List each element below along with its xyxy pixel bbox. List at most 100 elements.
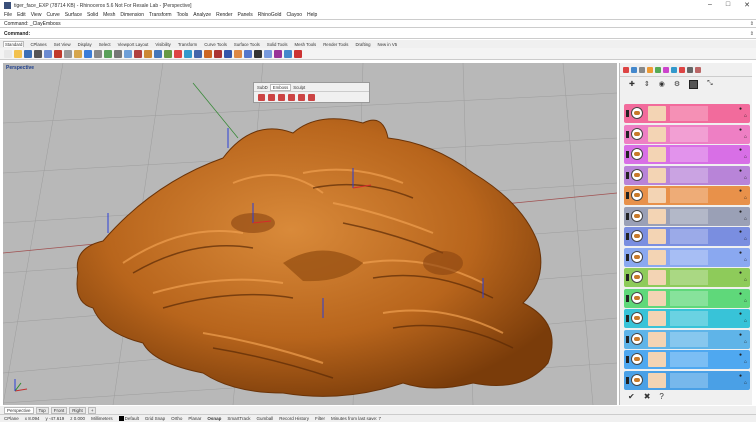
maximize-button[interactable]: □ — [726, 1, 730, 9]
shaded-icon[interactable] — [264, 49, 272, 58]
material-ball-icon[interactable] — [631, 291, 643, 304]
render-icon[interactable] — [234, 49, 242, 58]
emboss-tool-icon[interactable] — [308, 94, 315, 101]
ghosted-icon[interactable] — [274, 49, 282, 58]
point-icon[interactable] — [184, 49, 192, 58]
new-icon[interactable] — [4, 49, 12, 58]
emboss-layer-row[interactable]: ● ⌂ — [624, 165, 750, 185]
layer-texture-swatch[interactable] — [648, 106, 666, 121]
material-ball-icon[interactable] — [631, 373, 643, 386]
eye-icon[interactable]: ● — [739, 332, 742, 338]
emboss-layer-row[interactable]: ● ⌂ — [624, 124, 750, 144]
layer-texture-swatch[interactable] — [648, 372, 666, 388]
lights-icon[interactable] — [174, 49, 182, 58]
curve-icon[interactable] — [194, 49, 202, 58]
emboss-layer-row[interactable]: ● ⌂ — [624, 145, 750, 164]
tab-visibility[interactable]: Visibility — [154, 42, 171, 47]
emboss-layer-row[interactable]: ● ⌂ — [624, 370, 750, 390]
menu-analyze[interactable]: Analyze — [193, 12, 211, 18]
material-ball-icon[interactable] — [631, 312, 643, 324]
menu-solid[interactable]: Solid — [87, 12, 98, 18]
drag-handle[interactable] — [626, 356, 629, 363]
drag-handle[interactable] — [626, 130, 629, 138]
tab-curve-tools[interactable]: Curve Tools — [203, 42, 228, 47]
layer-texture-swatch[interactable] — [648, 270, 666, 285]
lock-icon[interactable]: ⌂ — [744, 339, 747, 345]
zoom-extents-icon[interactable] — [134, 49, 142, 58]
lock-icon[interactable]: ⌂ — [744, 134, 747, 140]
drag-handle[interactable] — [626, 335, 629, 343]
lock-icon[interactable]: ⌂ — [744, 277, 747, 283]
status-layer[interactable]: Default — [118, 416, 139, 422]
tiger-emboss-model[interactable] — [76, 118, 553, 397]
move-layer-icon[interactable]: ⇕ — [644, 80, 650, 88]
tab-front[interactable]: Front — [50, 406, 68, 414]
tab-sculpt[interactable]: Sculpt — [293, 85, 305, 90]
selected-tool-icon[interactable] — [689, 79, 699, 89]
material-ball-icon[interactable] — [631, 107, 643, 119]
menu-render[interactable]: Render — [216, 12, 232, 18]
close-button[interactable]: ✕ — [744, 1, 750, 9]
drag-handle[interactable] — [626, 151, 629, 158]
panel-tab-icon[interactable] — [687, 66, 693, 73]
copy-icon[interactable] — [64, 49, 72, 58]
minimize-button[interactable]: – — [708, 1, 712, 9]
drag-handle[interactable] — [626, 294, 629, 302]
settings-icon[interactable]: ⚙ — [674, 80, 680, 88]
emboss-tool-icon[interactable] — [298, 94, 305, 101]
confirm-icon[interactable]: ✔ — [628, 392, 635, 401]
material-ball-icon[interactable] — [631, 168, 643, 181]
open-icon[interactable] — [14, 49, 22, 58]
panel-tab-icon[interactable] — [639, 66, 645, 73]
status-smarttrack[interactable]: SmartTrack — [227, 416, 250, 421]
menu-tools[interactable]: Tools — [177, 12, 189, 18]
material-ball-icon[interactable] — [631, 148, 643, 160]
panel-tab-icon[interactable] — [671, 66, 677, 73]
lock-icon[interactable]: ⌂ — [744, 380, 747, 386]
menu-transform[interactable]: Transform — [149, 12, 172, 18]
material-ball-icon[interactable] — [631, 189, 643, 201]
emboss-layer-row[interactable]: ● ⌂ — [624, 247, 750, 267]
gumball-icon[interactable] — [294, 49, 302, 58]
eye-icon[interactable]: ● — [739, 127, 742, 133]
tab-top[interactable]: Top — [35, 406, 49, 414]
sphere-icon[interactable] — [254, 49, 262, 58]
layer-texture-swatch[interactable] — [648, 331, 666, 347]
eye-icon[interactable]: ● — [739, 291, 742, 297]
drag-handle[interactable] — [626, 171, 629, 179]
layer-texture-swatch[interactable] — [648, 311, 666, 326]
emboss-layer-row[interactable]: ● ⌂ — [624, 350, 750, 369]
panel-tab-icon[interactable] — [631, 66, 637, 73]
menu-rhinogold[interactable]: RhinoGold — [258, 12, 282, 18]
drag-handle[interactable] — [626, 110, 629, 117]
status-grid-snap[interactable]: Grid Snap — [145, 416, 165, 421]
emboss-tool-icon[interactable] — [258, 94, 265, 101]
material-icon[interactable] — [244, 49, 252, 58]
undo-icon[interactable] — [84, 49, 92, 58]
status-cplane[interactable]: CPlane — [4, 416, 19, 421]
tab-viewport-layout[interactable]: Viewport Layout — [117, 42, 150, 47]
layer-texture-swatch[interactable] — [648, 352, 666, 367]
eye-icon[interactable]: ● — [739, 270, 742, 276]
add-view-button[interactable]: + — [87, 406, 97, 414]
emboss-layer-row[interactable]: ● ⌂ — [624, 309, 750, 328]
layer-texture-swatch[interactable] — [648, 249, 666, 265]
menu-clayoo[interactable]: Clayoo — [286, 12, 302, 18]
import-icon[interactable] — [44, 49, 52, 58]
menu-panels[interactable]: Panels — [238, 12, 253, 18]
material-ball-icon[interactable] — [631, 353, 643, 365]
emboss-layer-row[interactable]: ● ⌂ — [624, 288, 750, 308]
eye-icon[interactable]: ● — [739, 373, 742, 379]
command-line[interactable]: Command: ⇕ — [0, 30, 756, 39]
material-ball-icon[interactable] — [631, 250, 643, 263]
lock-icon[interactable]: ⌂ — [744, 216, 747, 222]
status-filter[interactable]: Filter — [315, 416, 325, 421]
emboss-tool-icon[interactable] — [268, 94, 275, 101]
layer-texture-swatch[interactable] — [648, 188, 666, 203]
tab-select[interactable]: Select — [98, 42, 112, 47]
emboss-layer-row[interactable]: ● ⌂ — [624, 329, 750, 349]
layer-texture-swatch[interactable] — [648, 208, 666, 224]
pan-icon[interactable] — [94, 49, 102, 58]
menu-view[interactable]: View — [31, 12, 42, 18]
tab-transform[interactable]: Transform — [177, 42, 198, 47]
